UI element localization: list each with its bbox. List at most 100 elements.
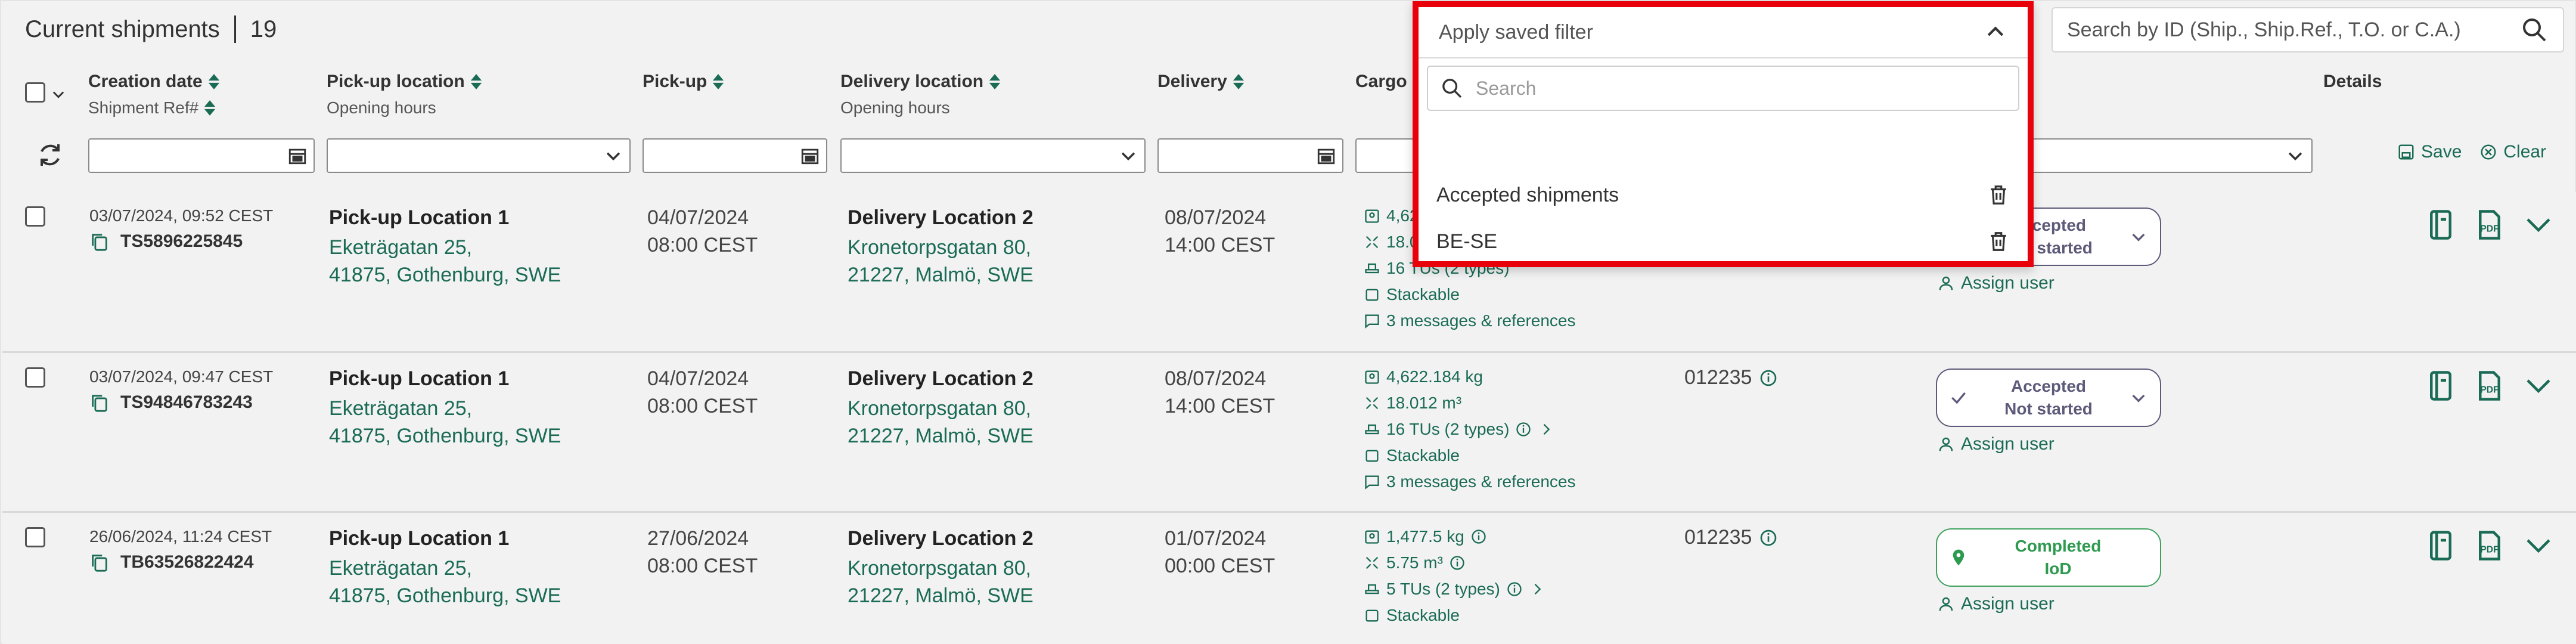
saved-filter-item[interactable]: Accepted shipments [1419, 173, 2028, 217]
copy-icon[interactable] [89, 231, 110, 252]
row-checkbox[interactable] [25, 367, 45, 388]
pdf-icon[interactable]: PDF [2473, 530, 2506, 562]
chevron-down-icon[interactable] [2285, 145, 2305, 166]
assign-user-link[interactable]: Assign user [1937, 594, 2054, 614]
chevron-down-icon[interactable] [2129, 227, 2148, 246]
sort-icon[interactable] [988, 73, 1001, 91]
clear-filter-button[interactable]: Clear [2479, 142, 2546, 162]
row-actions: PDF [2425, 530, 2555, 562]
pickup-datetime: 04/07/2024 08:00 CEST [647, 204, 758, 259]
col-pickup-location-label: Pick-up location [327, 72, 465, 91]
delivery-address[interactable]: Kronetorpsgatan 80, 21227, Malmö, SWE [848, 555, 1033, 609]
col-pickup-location[interactable]: Pick-up location [327, 72, 483, 92]
cargo-stackable-value: Stackable [1386, 446, 1460, 465]
trash-icon[interactable] [1987, 184, 2010, 206]
pickup-address[interactable]: Eketrägatan 25, 41875, Gothenburg, SWE [329, 555, 561, 609]
col-shipment-ref[interactable]: Shipment Ref# [88, 98, 216, 117]
info-icon[interactable] [1470, 528, 1487, 545]
shipment-ref[interactable]: TB63526822424 [89, 552, 254, 572]
assign-user-link[interactable]: Assign user [1937, 273, 2054, 293]
col-pickup[interactable]: Pick-up [643, 72, 725, 92]
pickup-date-filter[interactable] [643, 138, 827, 173]
status-line2: Not started [2004, 400, 2093, 418]
document-icon[interactable] [2425, 209, 2457, 241]
pallet-icon [1365, 263, 1379, 274]
row-checkbox[interactable] [25, 206, 45, 227]
saved-filter-item[interactable]: BE-SE [1419, 219, 2028, 264]
delivery-datetime: 08/07/2024 14:00 CEST [1165, 365, 1275, 420]
document-icon[interactable] [2425, 530, 2457, 562]
table-row[interactable]: 03/07/2024, 09:52 CEST TS5896225845 Pick… [2, 192, 2576, 353]
saved-filter-search-input[interactable]: Search [1427, 66, 2019, 111]
saved-filter-dropdown[interactable]: Apply saved filter Search Accepted shipm… [1413, 1, 2034, 267]
sort-icon[interactable] [207, 73, 221, 91]
save-filter-button[interactable]: Save [2397, 142, 2462, 162]
creation-date-filter[interactable] [88, 138, 315, 173]
expand-chevron-icon[interactable] [2522, 370, 2555, 402]
pdf-icon[interactable]: PDF [2473, 370, 2506, 402]
col-cargo[interactable]: Cargo [1355, 72, 1407, 92]
cargo-tus[interactable]: 5 TUs (2 types) [1364, 576, 1545, 602]
calendar-icon[interactable] [1316, 145, 1336, 166]
refresh-icon[interactable] [36, 141, 64, 169]
sort-icon[interactable] [712, 73, 725, 91]
delivery-address[interactable]: Kronetorpsgatan 80, 21227, Malmö, SWE [848, 234, 1033, 289]
expand-chevron-icon[interactable] [2522, 209, 2555, 241]
cargo-stackable-value: Stackable [1386, 606, 1460, 624]
chevron-down-icon[interactable] [2129, 388, 2148, 407]
table-row[interactable]: 03/07/2024, 09:47 CEST TS94846783243 Pic… [2, 353, 2576, 513]
pickup-time: 08:00 CEST [647, 395, 758, 417]
expand-chevron-icon[interactable] [2522, 530, 2555, 562]
assign-user-link[interactable]: Assign user [1937, 434, 2054, 454]
pickup-datetime: 27/06/2024 08:00 CEST [647, 525, 758, 580]
info-icon[interactable] [1759, 528, 1778, 547]
cargo-messages[interactable]: 3 messages & references [1364, 308, 1576, 334]
trash-icon[interactable] [1987, 230, 2010, 253]
id-search-input[interactable]: Search by ID (Ship., Ship.Ref., T.O. or … [2052, 7, 2564, 52]
info-icon[interactable] [1506, 581, 1523, 597]
chevron-down-icon[interactable] [603, 145, 623, 166]
table-row[interactable]: 26/06/2024, 11:24 CEST TB63526822424 Pic… [2, 513, 2576, 644]
shipment-ref[interactable]: TS5896225845 [89, 231, 243, 252]
sort-icon[interactable] [1232, 73, 1245, 91]
delivery-address[interactable]: Kronetorpsgatan 80, 21227, Malmö, SWE [848, 395, 1033, 450]
sort-icon[interactable] [203, 99, 216, 117]
pickup-date: 04/07/2024 [647, 367, 749, 390]
saved-filter-toggle[interactable]: Apply saved filter [1419, 7, 2028, 58]
select-all-checkbox[interactable] [25, 82, 45, 103]
document-icon[interactable] [2425, 370, 2457, 402]
cargo-volume-value: 18.012 m³ [1386, 394, 1462, 412]
pickup-address[interactable]: Eketrägatan 25, 41875, Gothenburg, SWE [329, 234, 561, 289]
shipment-ref[interactable]: TS94846783243 [89, 392, 253, 413]
cargo-messages[interactable]: 3 messages & references [1364, 469, 1576, 495]
info-icon[interactable] [1759, 369, 1778, 388]
cargo-tus[interactable]: 16 TUs (2 types) [1364, 416, 1576, 442]
col-creation-date[interactable]: Creation date [88, 72, 221, 92]
chevron-down-icon[interactable] [50, 86, 67, 103]
status-badge[interactable]: Accepted Not started [1936, 369, 2161, 427]
chevron-right-icon[interactable] [1529, 581, 1545, 597]
sort-icon[interactable] [470, 73, 483, 91]
calendar-icon[interactable] [800, 145, 820, 166]
row-checkbox[interactable] [25, 527, 45, 547]
status-badge[interactable]: Completed IoD [1936, 528, 2161, 587]
col-delivery-location[interactable]: Delivery location [840, 72, 1001, 92]
chevron-right-icon[interactable] [1538, 421, 1554, 438]
info-icon[interactable] [1515, 421, 1532, 438]
pickup-address[interactable]: Eketrägatan 25, 41875, Gothenburg, SWE [329, 395, 561, 450]
copy-icon[interactable] [89, 392, 110, 413]
delivery-location-filter[interactable] [840, 138, 1146, 173]
info-icon[interactable] [1449, 555, 1466, 571]
reference-number-value: 012235 [1684, 526, 1752, 549]
search-icon[interactable] [2520, 16, 2549, 44]
chevron-up-icon[interactable] [1984, 20, 2007, 44]
calendar-icon[interactable] [287, 145, 308, 166]
copy-icon[interactable] [89, 552, 110, 572]
col-delivery[interactable]: Delivery [1157, 72, 1245, 92]
chevron-down-icon[interactable] [1118, 145, 1138, 166]
pickup-datetime: 04/07/2024 08:00 CEST [647, 365, 758, 420]
pickup-location-filter[interactable] [327, 138, 631, 173]
delivery-date-filter[interactable] [1157, 138, 1343, 173]
col-delivery-label: Delivery [1157, 72, 1227, 91]
pdf-icon[interactable]: PDF [2473, 209, 2506, 241]
